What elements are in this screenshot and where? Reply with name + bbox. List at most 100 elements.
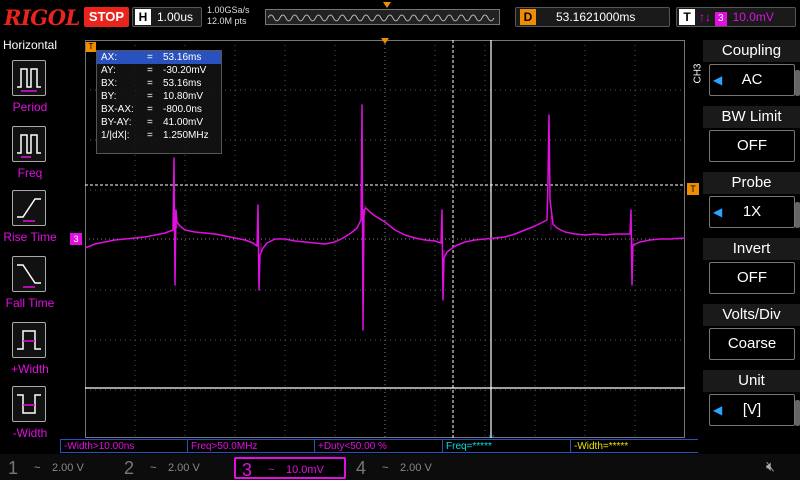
cursor-readout-value: 53.16ms: [163, 52, 202, 63]
channel-tab-2[interactable]: 2 ~2.00 V: [118, 457, 230, 479]
cursor-readout-eq: =: [147, 78, 153, 89]
cursor-readout-value: -30.20mV: [163, 65, 207, 76]
channel-bar: 1 ~2.00 V 2 ~2.00 V 3 ~10.0mV 4 ~2.00 V: [0, 454, 800, 480]
cursor-readout-row: 1/|dX|: = 1.250MHz: [97, 129, 221, 142]
cursor-readout-key: BX:: [101, 78, 118, 89]
cursor-readout-eq: =: [147, 104, 153, 115]
trigger-source: 3: [715, 12, 727, 26]
menu-item-title: Probe: [703, 172, 800, 194]
measurement-item[interactable]: -Width=*****: [570, 439, 698, 453]
cursor-readout-eq: =: [147, 65, 153, 76]
acquisition-info: 1.00GSa/s 12.0M pts: [207, 5, 250, 27]
menu-item-volts-div[interactable]: Volts/Div Coarse: [703, 304, 800, 366]
timebase-value: 1.00us: [157, 10, 194, 24]
freq-label: Freq: [17, 166, 43, 180]
trigger-level-marker[interactable]: T: [687, 183, 699, 195]
cursor-readout-row[interactable]: AX: = 53.16ms: [97, 51, 221, 64]
sample-rate: 1.00GSa/s: [207, 5, 250, 15]
cursor-readout-key: BY:: [101, 91, 117, 102]
trigger-box[interactable]: T ↑↓ 3 10.0mV: [676, 7, 796, 27]
menu-item-title: BW Limit: [703, 106, 800, 128]
channel-tag: CH3: [692, 63, 704, 84]
delay-label: D: [520, 9, 536, 25]
cursor-readout-panel: AX: = 53.16ms AY: = -30.20mV BX: = 53.16ms BY: = 10…: [96, 50, 222, 154]
cursor-readout-value: 1.250MHz: [163, 130, 209, 141]
coupling-icon: ~: [268, 464, 275, 476]
menu-item-value[interactable]: Coarse: [709, 328, 795, 360]
menu-item-value[interactable]: AC ◀: [709, 64, 795, 96]
fall-time-icon: [12, 256, 46, 292]
measure-freq[interactable]: Freq: [0, 122, 60, 186]
measure-rise-time[interactable]: Rise Time: [0, 186, 60, 250]
measurement-item[interactable]: -Width>10.00ns: [60, 439, 188, 453]
cursor-readout-eq: =: [147, 52, 153, 63]
cursor-readout-row: BY: = 10.80mV: [97, 90, 221, 103]
menu-item-bw-limit[interactable]: BW Limit OFF: [703, 106, 800, 168]
ch3-ground-marker[interactable]: 3: [70, 233, 82, 245]
menu-item-coupling[interactable]: Coupling AC ◀: [703, 40, 800, 102]
channel-scale: 10.0mV: [286, 464, 324, 476]
delay-box[interactable]: D 53.1621000ms: [515, 7, 670, 27]
channel-tab-3[interactable]: 3 ~10.0mV: [234, 457, 346, 480]
menu-item-title: Volts/Div: [703, 304, 800, 326]
memory-position-marker: [383, 2, 391, 8]
minus-width-label: -Width: [12, 426, 48, 440]
cursor-readout-eq: =: [147, 117, 153, 128]
measure-minus-width[interactable]: -Width: [0, 382, 60, 446]
menu-item-invert[interactable]: Invert OFF: [703, 238, 800, 300]
channel-tab-4[interactable]: 4 ~2.00 V: [350, 457, 462, 479]
scroll-indicator-icon: [795, 400, 800, 426]
measure-fall-time[interactable]: Fall Time: [0, 252, 60, 316]
cursor-readout-row: BY-AY: = 41.00mV: [97, 116, 221, 129]
menu-item-value[interactable]: OFF: [709, 262, 795, 294]
channel-scale: 2.00 V: [400, 462, 432, 474]
channel-number: 2: [124, 458, 135, 478]
rise-time-label: Rise Time: [3, 230, 57, 244]
speaker-muted-icon[interactable]: 🔇︎: [766, 458, 775, 475]
memory-overview-wave: [268, 14, 495, 22]
menu-item-value[interactable]: [V] ◀: [709, 394, 795, 426]
timebase-label: H: [135, 9, 151, 25]
channel-settings-menu: Coupling AC ◀ BW Limit OFF Probe 1X ◀ Invert OFF V…: [703, 40, 800, 454]
coupling-icon: ~: [34, 462, 41, 474]
time-cursor-marker[interactable]: T: [86, 42, 96, 52]
menu-title: Horizontal: [2, 38, 58, 52]
measure-plus-width[interactable]: +Width: [0, 318, 60, 382]
channel-scale: 2.00 V: [168, 462, 200, 474]
measurement-item[interactable]: Freq=*****: [442, 439, 570, 453]
cursor-readout-key: AY:: [101, 65, 116, 76]
cursor-readout-key: BY-AY:: [101, 117, 132, 128]
scroll-indicator-icon: [795, 202, 800, 228]
cursor-readout-row: BX-AX: = -800.0ns: [97, 103, 221, 116]
measurement-item[interactable]: +Duty<50.00 %: [314, 439, 442, 453]
cursor-readout-key: 1/|dX|:: [101, 130, 130, 141]
menu-item-title: Coupling: [703, 40, 800, 62]
measurement-item[interactable]: Freq>50.0MHz: [187, 439, 315, 453]
menu-item-probe[interactable]: Probe 1X ◀: [703, 172, 800, 234]
horizontal-measure-menu: Horizontal Period Freq Rise Time Fall Ti…: [0, 36, 60, 454]
memory-overview-strip[interactable]: [265, 9, 500, 25]
plus-width-label: +Width: [11, 362, 49, 376]
channel-tab-1[interactable]: 1 ~2.00 V: [2, 457, 114, 479]
measure-period[interactable]: Period: [0, 56, 60, 120]
timebase-box[interactable]: H 1.00us: [132, 7, 202, 27]
trigger-position-marker: [381, 38, 389, 44]
cursor-readout-row: BX: = 53.16ms: [97, 77, 221, 90]
menu-item-value[interactable]: 1X ◀: [709, 196, 795, 228]
delay-value: 53.1621000ms: [556, 10, 636, 24]
rise-time-icon: [12, 190, 46, 226]
menu-item-title: Unit: [703, 370, 800, 392]
menu-item-unit[interactable]: Unit [V] ◀: [703, 370, 800, 432]
cursor-readout-eq: =: [147, 91, 153, 102]
cursor-readout-value: 10.80mV: [163, 91, 204, 102]
trigger-edge-icon: ↑↓: [699, 10, 711, 24]
coupling-icon: ~: [150, 462, 157, 474]
fall-time-label: Fall Time: [5, 296, 55, 310]
run-stop-indicator[interactable]: STOP: [84, 7, 129, 27]
scroll-indicator-icon: [795, 70, 800, 96]
arrow-left-icon: ◀: [713, 205, 723, 219]
trigger-level: 10.0mV: [732, 10, 774, 24]
menu-item-value[interactable]: OFF: [709, 130, 795, 162]
period-label: Period: [12, 100, 48, 114]
coupling-icon: ~: [382, 462, 389, 474]
